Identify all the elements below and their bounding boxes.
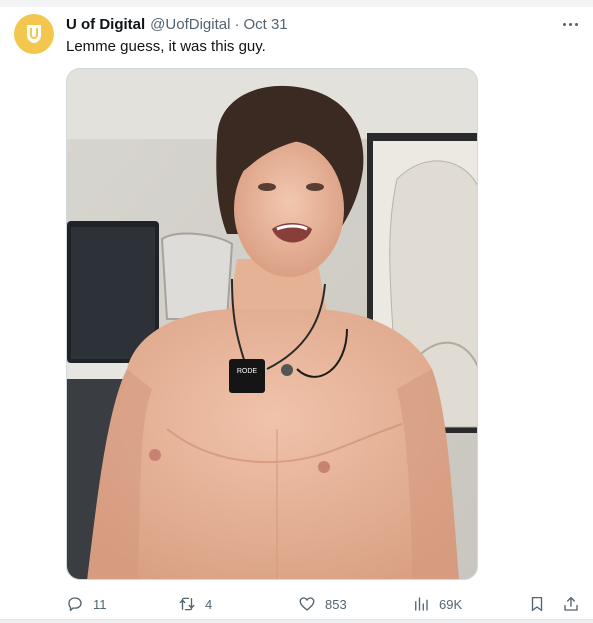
avatar[interactable] — [14, 14, 54, 54]
analytics-icon — [415, 597, 428, 611]
reply-count: 11 — [93, 596, 107, 612]
tweet-date[interactable]: Oct 31 — [243, 16, 287, 33]
reply-icon — [68, 597, 82, 612]
user-handle[interactable]: @UofDigital — [150, 16, 230, 33]
more-dot-icon — [574, 22, 578, 26]
like-count: 853 — [325, 596, 347, 612]
views-button[interactable]: 69K — [412, 592, 462, 616]
retweet-icon — [179, 597, 195, 611]
reply-button[interactable]: 11 — [66, 592, 107, 616]
top-divider — [0, 0, 593, 7]
bookmark-icon — [531, 596, 543, 612]
tweet-header: U of Digital @UofDigital · Oct 31 — [66, 14, 288, 34]
video-frame-image: RODE — [67, 69, 477, 579]
tweet-actions: 11 4 853 69K — [66, 592, 586, 616]
more-options-button[interactable] — [557, 13, 583, 35]
u-of-digital-logo-icon — [27, 25, 41, 43]
bookmark-button[interactable] — [528, 592, 546, 616]
share-icon — [564, 596, 578, 611]
tweet-text: Lemme guess, it was this guy. — [66, 38, 266, 55]
separator-dot: · — [234, 15, 240, 33]
retweet-count: 4 — [205, 596, 213, 612]
heart-icon — [299, 597, 315, 611]
bottom-divider — [0, 619, 593, 623]
display-name[interactable]: U of Digital — [66, 16, 145, 33]
like-button[interactable]: 853 — [298, 592, 347, 616]
tweet-media[interactable]: RODE — [66, 68, 478, 580]
views-count: 69K — [439, 596, 463, 612]
share-button[interactable] — [562, 592, 580, 616]
tweet-card[interactable]: U of Digital @UofDigital · Oct 31 Lemme … — [0, 0, 593, 623]
retweet-button[interactable]: 4 — [178, 592, 212, 616]
more-dot-icon — [562, 22, 566, 26]
more-dot-icon — [568, 22, 572, 26]
mic-label: RODE — [237, 368, 258, 375]
